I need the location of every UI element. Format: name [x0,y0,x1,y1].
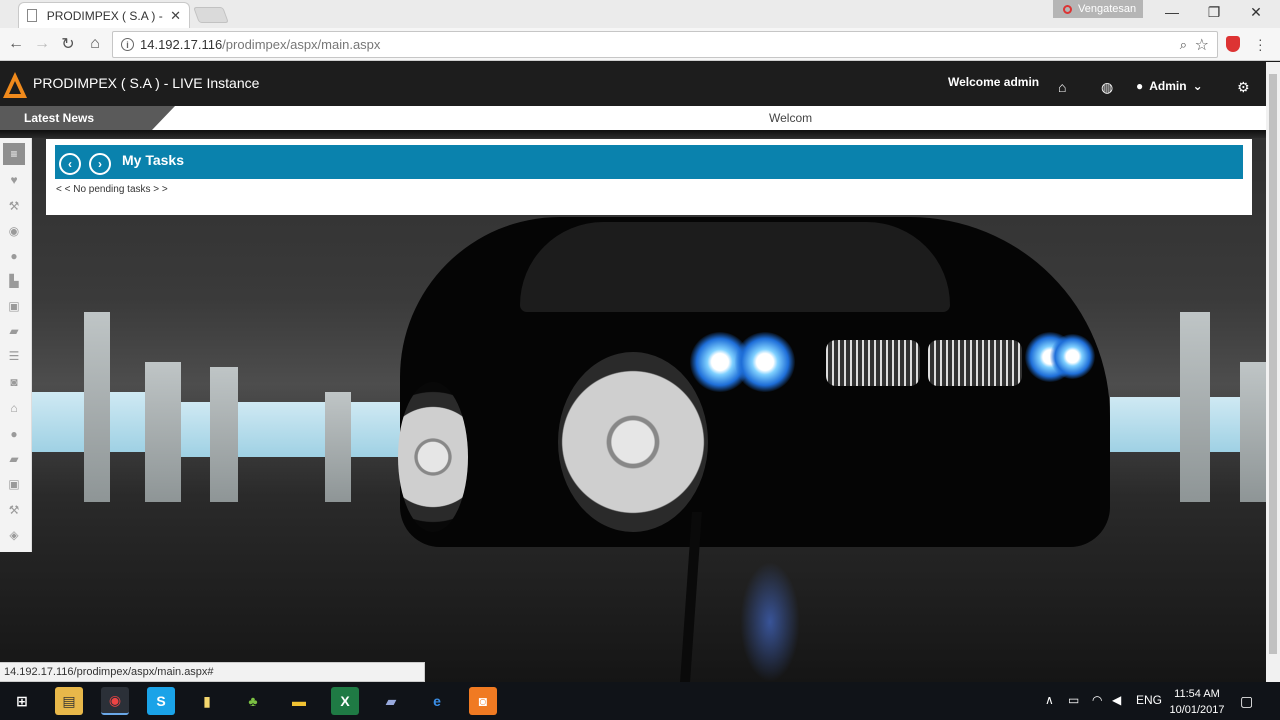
forward-arrow-icon[interactable]: → [32,34,52,54]
folder-icon[interactable]: ▰ [3,320,25,342]
file-explorer-icon[interactable]: ▬ [285,687,313,715]
my-tasks-title: My Tasks [122,152,184,168]
excel-icon[interactable]: X [331,687,359,715]
page-scrollbar[interactable] [1266,62,1280,682]
profile-name: Vengatesan [1078,3,1137,15]
orange-app-icon[interactable]: ◙ [469,687,497,715]
bookmark-star-icon[interactable]: ☆ [1195,35,1209,55]
status-url-bar: 14.192.17.116/prodimpex/aspx/main.aspx# [0,662,425,682]
url-host: 14.192.17.116 [140,37,223,52]
cart-icon[interactable]: ▙ [3,270,25,292]
home-icon[interactable]: ⌂ [85,34,105,54]
user-menu-label: Admin [1149,79,1187,93]
language-indicator[interactable]: ENG [1136,693,1162,707]
brand-logo-icon [3,72,27,98]
heart-icon[interactable]: ♥ [3,169,25,191]
reload-icon[interactable]: ↻ [58,34,78,54]
my-tasks-panel: ‹ › My Tasks < < No pending tasks > > [46,139,1252,215]
tab-close-icon[interactable]: ✕ [170,8,181,24]
battery-icon[interactable]: ▭ [1068,693,1079,707]
extension-icon[interactable] [1226,36,1240,52]
browser-menu-icon[interactable]: · · · [1258,32,1263,56]
previous-circle-icon[interactable]: ‹ [59,153,81,175]
my-tasks-header: ‹ › My Tasks [55,145,1243,179]
url-text[interactable]: 14.192.17.116/prodimpex/aspx/main.aspx [140,37,380,52]
user-menu[interactable]: ● Admin ⌄ [1136,79,1203,93]
chrome-icon[interactable]: ◉ [101,687,129,715]
map-marker-icon[interactable]: ◈ [3,524,25,546]
notepad-icon[interactable]: ▰ [377,687,405,715]
clock-time: 11:54 AM [1174,688,1220,700]
wrench-icon[interactable]: ⚒ [3,499,25,521]
back-arrow-icon[interactable]: ← [6,34,26,54]
header-shadow [0,130,1266,138]
user-icon[interactable]: ● [3,423,25,445]
close-window-button[interactable]: ✕ [1236,0,1276,24]
wrench-icon[interactable]: ⚒ [3,195,25,217]
tab-title: PRODIMPEX ( S.A ) - LIVE [46,8,166,23]
windows-taskbar: ⊞ ▤ ◉ S ▮ ♣ ▬ X ▰ e ◙ ∧ ▭ ◠ ◀ ENG 11:54 … [0,682,1280,720]
latest-news-label: Latest News [0,106,175,130]
file-manager-icon[interactable]: ▤ [55,687,83,715]
user-icon[interactable]: ● [3,245,25,267]
profile-button[interactable]: Vengatesan [1053,0,1143,18]
chevron-down-icon: ⌄ [1192,79,1203,93]
address-bar[interactable]: i 14.192.17.116/prodimpex/aspx/main.aspx… [112,31,1218,58]
url-path: /prodimpex/aspx/main.aspx [222,37,381,52]
eye-icon[interactable]: ◉ [3,220,25,242]
settings-gear-icon[interactable]: ⚙ [1237,79,1250,96]
camera-icon[interactable]: ◙ [3,371,25,393]
next-circle-icon[interactable]: › [89,153,111,175]
home-icon[interactable]: ⌂ [1058,79,1066,95]
globe-icon[interactable]: ◍ [1101,79,1113,96]
windows-start-icon[interactable]: ⊞ [8,687,36,715]
restore-button[interactable]: ❐ [1194,0,1234,24]
page-viewport: PRODIMPEX ( S.A ) - LIVE Instance Welcom… [0,62,1266,682]
scrollbar-thumb[interactable] [1269,74,1277,654]
app-icon[interactable]: ♣ [239,687,267,715]
news-bar: Latest News Welcom [0,106,1266,130]
tray-chevron-icon[interactable]: ∧ [1045,693,1054,707]
list-alt-icon[interactable]: ☰ [3,345,25,367]
briefcase-icon[interactable]: ▣ [3,295,25,317]
document-icon [27,9,37,22]
clock-date: 10/01/2017 [1169,704,1225,716]
wifi-icon[interactable]: ◠ [1092,693,1102,707]
system-clock[interactable]: 11:54 AM 10/01/2017 [1168,686,1226,718]
sidebar-rail: ≡ ♥ ⚒ ◉ ● ▙ ▣ ▰ ☰ ◙ ⌂ ● ▰ ▣ ⚒ ◈ [0,138,32,552]
browser-tab-strip: PRODIMPEX ( S.A ) - LIVE ✕ Vengatesan — … [0,0,1280,28]
home-icon[interactable]: ⌂ [3,397,25,419]
skype-icon[interactable]: S [147,687,175,715]
info-icon[interactable]: i [121,38,134,51]
browser-tab[interactable]: PRODIMPEX ( S.A ) - LIVE ✕ [18,2,190,28]
new-tab-button[interactable] [193,7,229,23]
sticky-notes-icon[interactable]: ▮ [193,687,221,715]
news-ticker[interactable]: Welcom [769,111,812,125]
volume-icon[interactable]: ◀ [1112,693,1121,707]
app-title[interactable]: PRODIMPEX ( S.A ) - LIVE Instance [33,75,259,91]
no-pending-tasks-message: < < No pending tasks > > [56,184,168,195]
browser-toolbar: ← → ↻ ⌂ i 14.192.17.116/prodimpex/aspx/m… [0,28,1280,61]
zoom-icon[interactable]: ⌕ [1180,37,1187,53]
folder-icon[interactable]: ▰ [3,448,25,470]
minimize-button[interactable]: — [1152,0,1192,24]
profile-icon [1063,4,1072,14]
list-icon[interactable]: ≡ [3,143,25,165]
welcome-text: Welcome admin [948,75,1040,89]
briefcase-icon[interactable]: ▣ [3,473,25,495]
edge-icon[interactable]: e [423,687,451,715]
user-icon: ● [1136,79,1144,93]
app-header: PRODIMPEX ( S.A ) - LIVE Instance Welcom… [0,62,1266,106]
notification-icon[interactable]: ▢ [1240,693,1253,710]
